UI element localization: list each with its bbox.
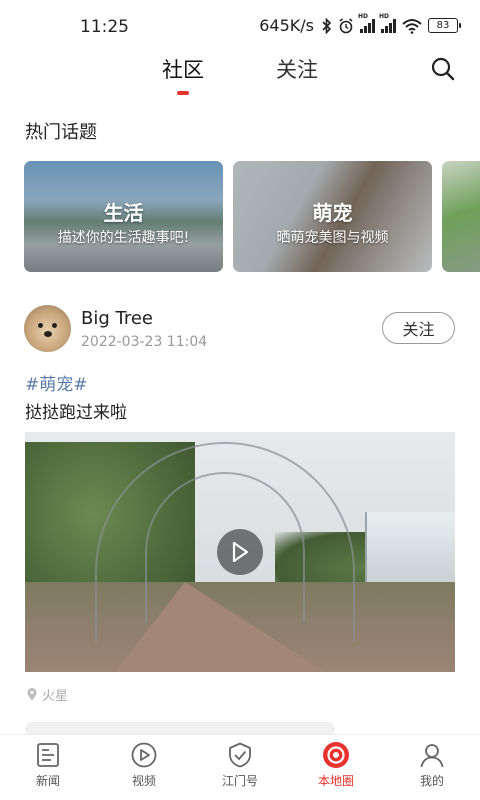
avatar-eye — [52, 323, 57, 328]
follow-button[interactable]: 关注 — [382, 312, 455, 344]
post-location: 火星 — [27, 685, 68, 704]
location-pin-icon — [27, 688, 37, 701]
topic-card-subtitle: 描述你的生活趣事吧! — [57, 230, 190, 246]
nav-item-jiangmen[interactable]: 江门号 — [200, 741, 280, 789]
checkmark-icon — [229, 742, 251, 768]
post-text: 挞挞跑过来啦 — [25, 403, 127, 423]
location-label: 火星 — [42, 689, 69, 704]
post-author[interactable]: Big Tree — [81, 308, 153, 329]
hot-topics-title: 热门话题 — [25, 122, 97, 143]
play-icon — [232, 541, 249, 563]
nav-label: 我的 — [419, 774, 444, 788]
topic-card-title: 生活 — [103, 201, 144, 225]
topic-card-title: 萌宠 — [312, 201, 353, 225]
active-tab-indicator — [177, 91, 189, 95]
news-icon — [37, 743, 59, 767]
profile-icon — [420, 744, 444, 768]
video-building — [365, 512, 455, 582]
post-timestamp: 2022-03-23 11:04 — [81, 334, 208, 350]
video-play-icon — [131, 742, 157, 768]
avatar[interactable] — [24, 305, 71, 352]
topic-card-life[interactable]: 生活 描述你的生活趣事吧! — [24, 161, 223, 272]
nav-label: 江门号 — [221, 774, 258, 788]
nav-item-profile[interactable]: 我的 — [392, 741, 472, 789]
wifi-icon — [402, 18, 422, 34]
nav-item-video[interactable]: 视频 — [104, 741, 184, 789]
status-time: 11:25 — [80, 17, 129, 37]
tab-community[interactable]: 社区 — [162, 54, 204, 84]
nav-label: 新闻 — [35, 774, 60, 788]
bluetooth-icon — [322, 17, 332, 34]
alarm-icon — [339, 17, 353, 33]
nav-label: 视频 — [131, 774, 156, 788]
topic-card-subtitle: 晒萌宠美图与视频 — [276, 230, 389, 246]
signal-2-icon: HD — [379, 13, 396, 33]
local-circle-icon — [323, 742, 349, 768]
avatar-nose — [44, 331, 52, 337]
network-speed: 645K/s — [259, 16, 314, 35]
top-nav: 社区 关注 — [0, 50, 480, 102]
bottom-nav: 新闻 视频 江门号 本地圈 我的 — [0, 734, 480, 800]
hot-topics-carousel[interactable]: 生活 描述你的生活趣事吧! 萌宠 晒萌宠美图与视频 — [24, 161, 480, 273]
signal-1-icon: HD — [358, 13, 375, 33]
status-icons: 645K/s HD HD 83 — [259, 13, 461, 35]
post-video[interactable] — [25, 432, 455, 672]
nav-item-news[interactable]: 新闻 — [8, 741, 88, 789]
tab-follow[interactable]: 关注 — [276, 54, 318, 84]
battery-icon: 83 — [428, 18, 461, 33]
post-hashtag[interactable]: #萌宠# — [25, 370, 88, 395]
search-icon[interactable] — [430, 56, 456, 82]
nav-item-local-circle[interactable]: 本地圈 — [296, 741, 376, 789]
avatar-eye — [38, 323, 43, 328]
play-button[interactable] — [217, 529, 263, 575]
topic-card-partial[interactable] — [442, 161, 480, 272]
topic-card-pet[interactable]: 萌宠 晒萌宠美图与视频 — [233, 161, 432, 272]
nav-label: 本地圈 — [317, 774, 354, 788]
status-bar: 11:25 645K/s HD HD 83 — [0, 0, 480, 50]
